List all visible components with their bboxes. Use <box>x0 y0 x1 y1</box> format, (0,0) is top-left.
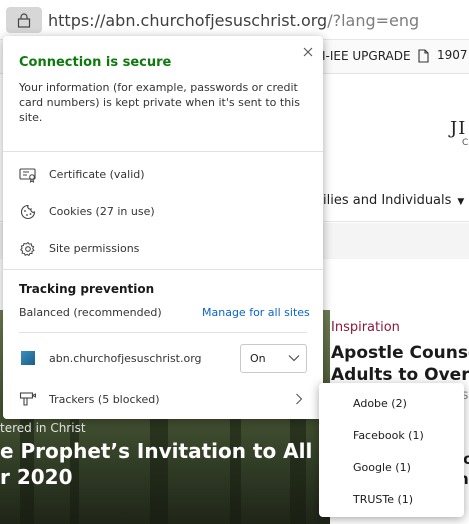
close-icon <box>303 47 313 57</box>
url-field[interactable]: https://abn.churchofjesuschrist.org/?lan… <box>48 11 419 30</box>
trackers-submenu: Adobe (2) Facebook (1) Google (1) TRUSTe… <box>319 383 464 517</box>
close-button[interactable] <box>300 44 316 60</box>
tracking-level: Balanced (recommended) <box>19 306 162 319</box>
favorite-label: 1907 <box>437 48 468 62</box>
browser-window: https://abn.churchofjesuschrist.org/?lan… <box>0 0 469 524</box>
certificate-label: Certificate (valid) <box>49 168 145 181</box>
hero-title: e Prophet’s Invitation to All r 2020 <box>0 438 330 490</box>
cookies-label: Cookies (27 in use) <box>49 205 155 218</box>
gear-icon <box>20 241 35 257</box>
article-title: Apostle Counsel Adults to Overco <box>331 342 469 386</box>
tracker-item-label: Adobe (2) <box>353 397 407 410</box>
lock-icon <box>17 13 31 28</box>
tracker-item[interactable]: Adobe (2) <box>319 388 464 420</box>
chevron-right-icon <box>296 393 303 405</box>
url-path: /?lang=eng <box>327 11 420 30</box>
divider <box>19 332 307 333</box>
tracker-item[interactable]: TRUSTe (1) <box>319 484 464 516</box>
trackers-row[interactable]: Trackers (5 blocked) <box>3 382 323 416</box>
cookie-icon <box>20 204 36 220</box>
nav-label: ilies and Individuals <box>323 193 452 208</box>
site-info-flyout: Connection is secure Your information (f… <box>3 36 323 419</box>
site-info-button[interactable] <box>6 7 42 33</box>
certificate-icon <box>19 168 36 183</box>
document-icon <box>418 48 429 63</box>
tracker-item[interactable]: Facebook (1) <box>319 420 464 452</box>
connection-description: Your information (for example, passwords… <box>19 81 300 124</box>
tracking-toggle-dropdown[interactable]: On <box>240 344 307 373</box>
site-favicon <box>21 351 35 365</box>
tracker-icon <box>19 392 36 406</box>
hero-title-line: r 2020 <box>0 465 73 489</box>
connection-status-title: Connection is secure <box>19 55 172 70</box>
tracking-site-name: abn.churchofjesuschrist.org <box>49 352 202 365</box>
manage-for-all-sites-link[interactable]: Manage for all sites <box>202 306 310 319</box>
site-permissions-label: Site permissions <box>49 242 140 255</box>
divider <box>3 151 323 152</box>
site-permissions-row[interactable]: Site permissions <box>3 231 323 267</box>
article-category: Inspiration <box>331 320 400 335</box>
site-logo[interactable]: JI <box>450 118 466 139</box>
site-logo-sub: C <box>462 138 469 148</box>
article-title-line: Apostle Counsel <box>331 343 469 363</box>
caret-down-icon: ▼ <box>457 197 465 207</box>
tracker-item[interactable]: Google (1) <box>319 452 464 484</box>
chevron-down-icon <box>288 355 300 362</box>
favorite-item[interactable]: 1907 <box>418 48 468 63</box>
favorite-item[interactable]: I-IEE UPGRADE <box>322 49 411 63</box>
divider <box>3 269 323 270</box>
address-bar: https://abn.churchofjesuschrist.org/?lan… <box>0 0 469 40</box>
tracking-toggle-value: On <box>250 352 266 365</box>
nav-menu-families[interactable]: ilies and Individuals ▼ <box>323 193 464 208</box>
tracking-prevention-title: Tracking prevention <box>19 282 155 296</box>
certificate-row[interactable]: Certificate (valid) <box>3 157 323 193</box>
tracker-item-label: Facebook (1) <box>353 429 424 442</box>
tracker-item-label: Google (1) <box>353 461 411 474</box>
url-host: https://abn.churchofjesuschrist.org <box>48 11 328 30</box>
cookies-row[interactable]: Cookies (27 in use) <box>3 194 323 230</box>
trackers-label: Trackers (5 blocked) <box>49 393 160 406</box>
tracker-item-label: TRUSTe (1) <box>353 493 414 506</box>
hero-tag: tered in Christ <box>0 421 86 435</box>
hero-title-line: e Prophet’s Invitation to All <box>0 439 313 463</box>
